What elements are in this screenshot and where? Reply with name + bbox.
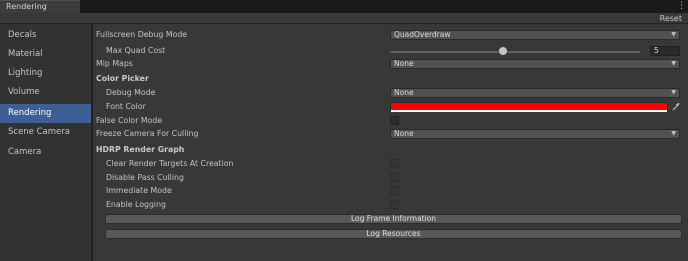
sidebar-item-scene-camera[interactable]: Scene Camera (0, 123, 91, 142)
fullscreen-debug-mode-value: QuadOverdraw (394, 30, 451, 39)
toolbar: Reset (0, 13, 688, 24)
mip-maps-value: None (394, 59, 414, 68)
clear-render-targets-checkbox[interactable] (390, 159, 399, 168)
false-color-mode-checkbox[interactable] (390, 116, 399, 125)
debug-mode-dropdown[interactable]: None ▼ (390, 88, 680, 98)
color-picker-header: Color Picker (96, 74, 149, 83)
freeze-camera-label: Freeze Camera For Culling (96, 129, 199, 138)
font-color-label: Font Color (106, 102, 146, 111)
mip-maps-label: Mip Maps (96, 59, 133, 68)
color-alpha-bar (391, 110, 667, 112)
sidebar-item-camera[interactable]: Camera (0, 143, 91, 162)
reset-button[interactable]: Reset (660, 13, 682, 24)
chevron-down-icon: ▼ (671, 60, 676, 67)
immediate-mode-label: Immediate Mode (106, 186, 172, 195)
sidebar-item-decals[interactable]: Decals (0, 26, 91, 45)
sidebar-item-volume[interactable]: Volume (0, 83, 91, 102)
sidebar-item-lighting[interactable]: Lighting (0, 64, 91, 83)
log-frame-information-button[interactable]: Log Frame Information (105, 214, 682, 224)
max-quad-cost-slider-track[interactable] (390, 51, 640, 53)
log-resources-button[interactable]: Log Resources (105, 229, 682, 239)
max-quad-cost-slider-thumb[interactable] (498, 47, 507, 55)
debug-mode-value: None (394, 88, 414, 97)
sidebar-item-rendering[interactable]: Rendering (0, 104, 91, 123)
sidebar: Decals Material Lighting Volume Renderin… (0, 24, 92, 261)
max-quad-cost-field[interactable]: 5 (650, 46, 680, 56)
disable-pass-culling-checkbox[interactable] (390, 173, 399, 182)
settings-panel: Fullscreen Debug Mode QuadOverdraw ▼ Max… (93, 24, 688, 261)
fullscreen-debug-mode-dropdown[interactable]: QuadOverdraw ▼ (390, 30, 680, 40)
debug-mode-label: Debug Mode (106, 88, 156, 97)
eyedropper-icon[interactable] (672, 102, 680, 111)
chevron-down-icon: ▼ (671, 31, 676, 38)
window-tab[interactable]: Rendering Debugger (0, 0, 80, 23)
chevron-down-icon: ▼ (671, 89, 676, 96)
clear-render-targets-label: Clear Render Targets At Creation (106, 159, 234, 168)
freeze-camera-value: None (394, 129, 414, 138)
font-color-swatch[interactable] (390, 102, 668, 112)
sidebar-item-material[interactable]: Material (0, 45, 91, 64)
immediate-mode-checkbox[interactable] (390, 186, 399, 195)
kebab-menu-icon[interactable]: ⋮ (677, 1, 686, 12)
fullscreen-debug-mode-label: Fullscreen Debug Mode (96, 30, 188, 39)
false-color-mode-label: False Color Mode (96, 116, 163, 125)
freeze-camera-dropdown[interactable]: None ▼ (390, 129, 680, 139)
window-titlebar: Rendering Debugger ⋮ (0, 0, 688, 23)
enable-logging-checkbox[interactable] (390, 200, 399, 209)
disable-pass-culling-label: Disable Pass Culling (106, 173, 184, 182)
mip-maps-dropdown[interactable]: None ▼ (390, 59, 680, 69)
hdrp-render-graph-header: HDRP Render Graph (96, 145, 185, 154)
enable-logging-label: Enable Logging (106, 200, 166, 209)
max-quad-cost-label: Max Quad Cost (106, 46, 166, 55)
chevron-down-icon: ▼ (671, 130, 676, 137)
